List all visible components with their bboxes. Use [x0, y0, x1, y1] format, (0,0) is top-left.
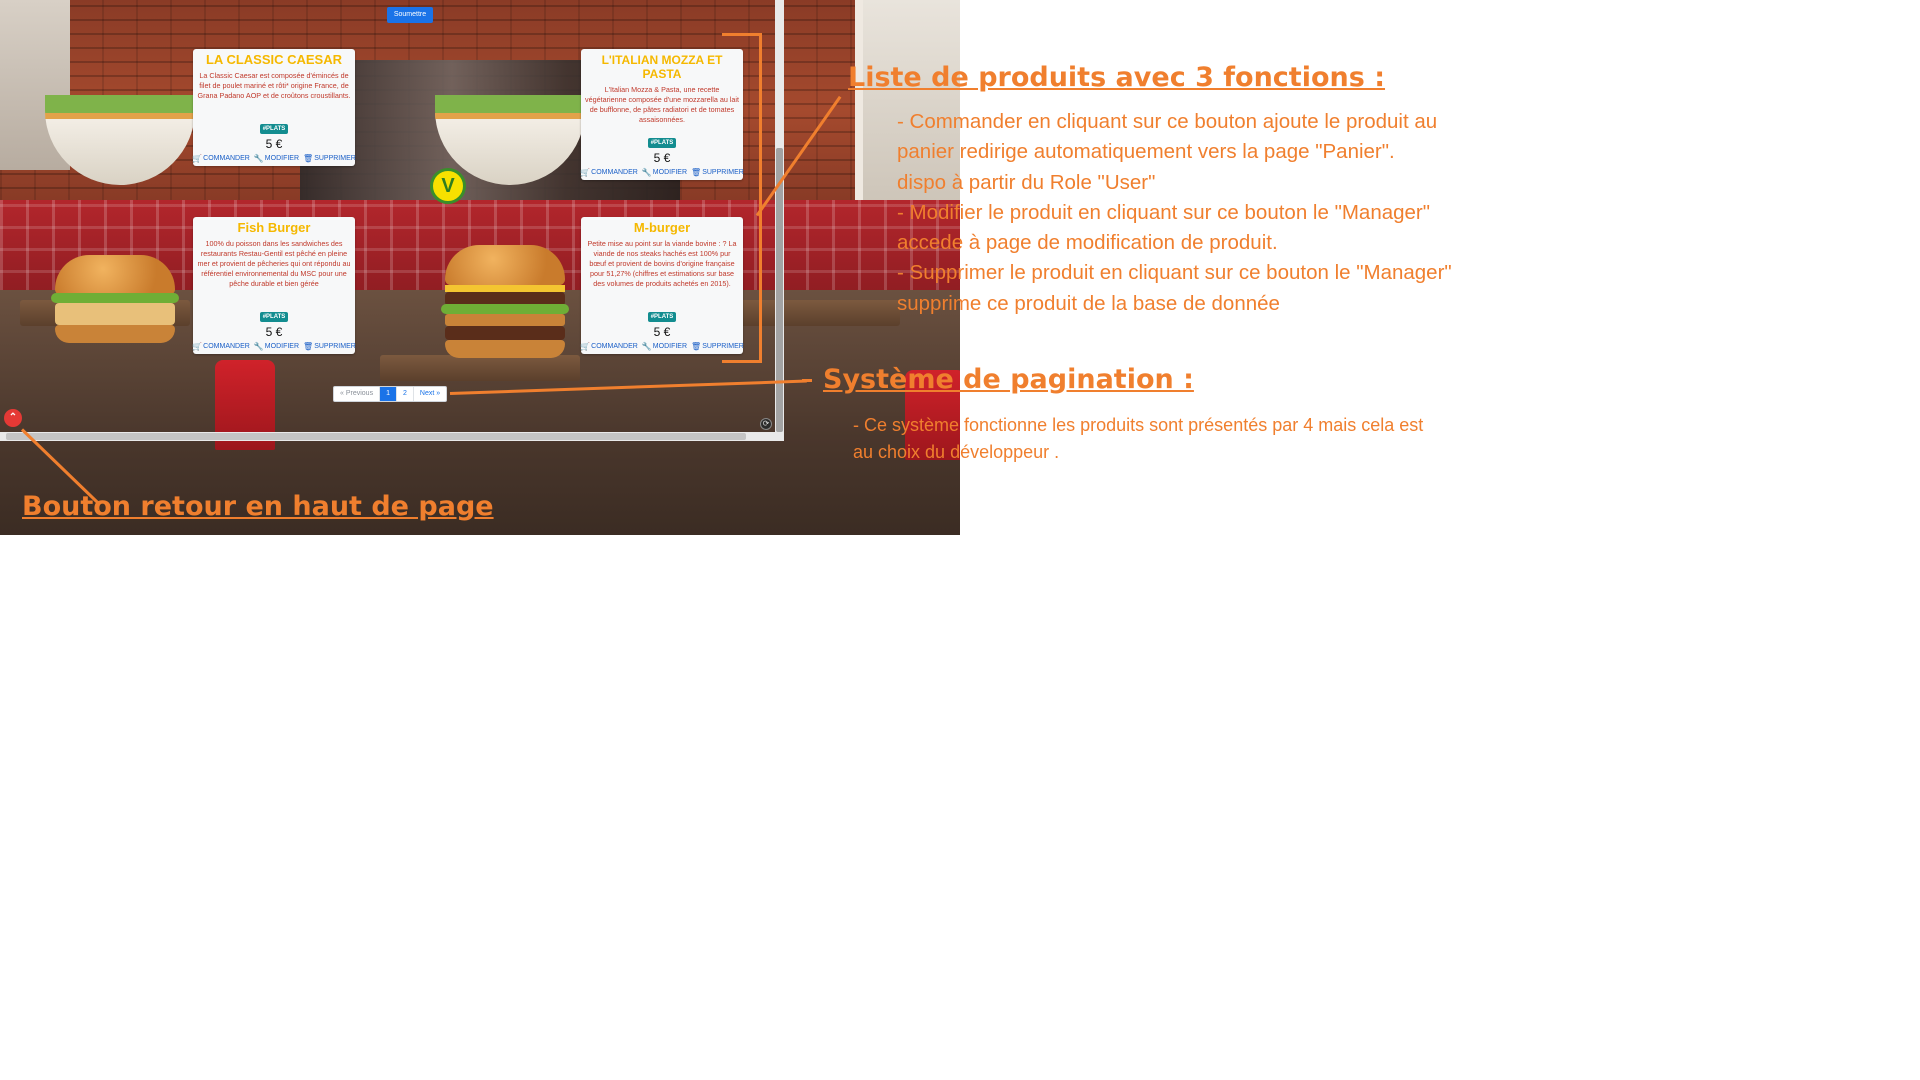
annotation-line: - Ce système fonctionne les produits son… [853, 415, 1424, 435]
category-badge: #PLATS [259, 312, 289, 322]
product-title: M-burger [633, 220, 691, 235]
category-badge: #PLATS [647, 138, 677, 148]
products-annotation-text: - Commander en cliquant sur ce bouton aj… [897, 107, 1452, 319]
horizontal-scrollbar-thumb[interactable] [6, 433, 746, 440]
annotation-line: accede à page de modification de produit… [897, 231, 1278, 255]
product-card: L'ITALIAN MOZZA ET PASTA L'Italian Mozza… [580, 49, 744, 180]
product-title: LA CLASSIC CAESAR [205, 52, 343, 67]
wrench-icon: 🔧 [641, 342, 652, 351]
trash-icon: 🗑 [691, 168, 702, 177]
pagination-connector-end [802, 379, 812, 382]
edit-label: MODIFIER [652, 343, 688, 350]
wrench-icon: 🔧 [253, 154, 264, 163]
category-badge: #PLATS [259, 124, 289, 134]
app-screenshot: V Soumettre LA CLASSIC CAESAR La Classic… [0, 0, 970, 545]
product-title: Fish Burger [237, 220, 311, 235]
edit-button[interactable]: 🔧 MODIFIER [254, 342, 299, 351]
product-description: L'Italian Mozza & Pasta, une recette vég… [585, 85, 739, 124]
edit-label: MODIFIER [652, 169, 688, 176]
pagination-annotation-text: - Ce système fonctionne les produits son… [853, 412, 1423, 466]
delete-button[interactable]: 🗑 SUPPRIMER [691, 342, 744, 351]
delete-label: SUPPRIMER [702, 343, 744, 350]
edit-label: MODIFIER [264, 155, 300, 162]
delete-button[interactable]: 🗑 SUPPRIMER [303, 154, 356, 163]
submit-button[interactable]: Soumettre [387, 7, 433, 23]
product-actions: 🛒 COMMANDER 🔧 MODIFIER 🗑 SUPPRIMER [580, 342, 744, 351]
back-to-top-annotation-title: Bouton retour en haut de page [22, 491, 494, 522]
settings-corner-icon[interactable]: ⟳ [760, 418, 772, 430]
order-label: COMMANDER [203, 343, 250, 350]
cart-icon: 🛒 [580, 342, 591, 351]
back-to-top-button[interactable]: ⌃ [4, 409, 22, 427]
annotation-line: panier redirige automatiquement vers la … [897, 140, 1395, 164]
vegetarian-label-icon: V [430, 168, 466, 204]
trash-icon: 🗑 [691, 342, 702, 351]
m-burger-image [441, 245, 569, 358]
order-button[interactable]: 🛒 COMMANDER [192, 154, 250, 163]
order-label: COMMANDER [591, 343, 638, 350]
delete-label: SUPPRIMER [314, 343, 356, 350]
wrench-icon: 🔧 [641, 168, 652, 177]
product-description: La Classic Caesar est composée d'émincés… [197, 71, 351, 100]
annotation-line: - Supprimer le produit en cliquant sur c… [897, 261, 1452, 285]
product-description: Petite mise au point sur la viande bovin… [587, 239, 737, 288]
chevron-up-icon: ⌃ [8, 412, 18, 423]
pagination-annotation-title: Système de pagination : [823, 364, 1194, 395]
product-price: 5 € [653, 325, 671, 339]
annotation-line: supprime ce produit de la base de donnée [897, 291, 1280, 315]
edit-button[interactable]: 🔧 MODIFIER [254, 154, 299, 163]
delete-button[interactable]: 🗑 SUPPRIMER [691, 168, 744, 177]
category-badge: #PLATS [647, 312, 677, 322]
cart-icon: 🛒 [192, 154, 203, 163]
annotation-line: - Modifier le produit en cliquant sur ce… [897, 200, 1431, 224]
bracket-top [722, 33, 762, 36]
trash-icon: 🗑 [303, 342, 314, 351]
bracket-bottom [722, 360, 762, 363]
order-label: COMMANDER [591, 169, 638, 176]
annotated-screenshot: V Soumettre LA CLASSIC CAESAR La Classic… [0, 0, 1920, 1080]
product-description: 100% du poisson dans les sandwiches des … [197, 239, 351, 288]
bracket-vertical [759, 33, 762, 363]
product-actions: 🛒 COMMANDER 🔧 MODIFIER 🗑 SUPPRIMER [192, 342, 356, 351]
fish-burger-image [51, 255, 179, 343]
edit-button[interactable]: 🔧 MODIFIER [642, 342, 687, 351]
product-title: L'ITALIAN MOZZA ET PASTA [601, 53, 723, 81]
order-button[interactable]: 🛒 COMMANDER [580, 168, 638, 177]
product-actions: 🛒 COMMANDER 🔧 MODIFIER 🗑 SUPPRIMER [580, 168, 744, 177]
product-card: LA CLASSIC CAESAR La Classic Caesar est … [192, 49, 356, 166]
delete-label: SUPPRIMER [702, 169, 744, 176]
product-price: 5 € [265, 137, 283, 151]
delete-button[interactable]: 🗑 SUPPRIMER [303, 342, 356, 351]
products-annotation-title: Liste de produits avec 3 fonctions : [848, 62, 1386, 93]
order-button[interactable]: 🛒 COMMANDER [580, 342, 638, 351]
order-label: COMMANDER [203, 155, 250, 162]
cart-icon: 🛒 [192, 342, 203, 351]
annotation-line: au choix du développeur . [853, 442, 1060, 462]
restaurant-background: V [0, 0, 960, 535]
pagination-previous[interactable]: « Previous [334, 387, 381, 401]
wrench-icon: 🔧 [253, 342, 264, 351]
product-card: M-burger Petite mise au point sur la via… [580, 217, 744, 354]
pagination-next[interactable]: Next » [414, 387, 446, 401]
delete-label: SUPPRIMER [314, 155, 356, 162]
pagination-page-1[interactable]: 1 [380, 387, 397, 401]
annotation-line: dispo à partir du Role "User" [897, 170, 1156, 194]
product-actions: 🛒 COMMANDER 🔧 MODIFIER 🗑 SUPPRIMER [192, 154, 356, 163]
vertical-scrollbar-thumb[interactable] [776, 148, 783, 432]
edit-label: MODIFIER [264, 343, 300, 350]
order-button[interactable]: 🛒 COMMANDER [192, 342, 250, 351]
table [720, 300, 900, 326]
annotation-line: - Commander en cliquant sur ce bouton aj… [897, 110, 1438, 133]
product-price: 5 € [265, 325, 283, 339]
edit-button[interactable]: 🔧 MODIFIER [642, 168, 687, 177]
pagination-page-2[interactable]: 2 [397, 387, 414, 401]
cart-icon: 🛒 [580, 168, 591, 177]
pagination: « Previous 1 2 Next » [333, 386, 448, 402]
product-card: Fish Burger 100% du poisson dans les san… [192, 217, 356, 354]
product-price: 5 € [653, 151, 671, 165]
trash-icon: 🗑 [303, 154, 314, 163]
table [380, 355, 580, 381]
